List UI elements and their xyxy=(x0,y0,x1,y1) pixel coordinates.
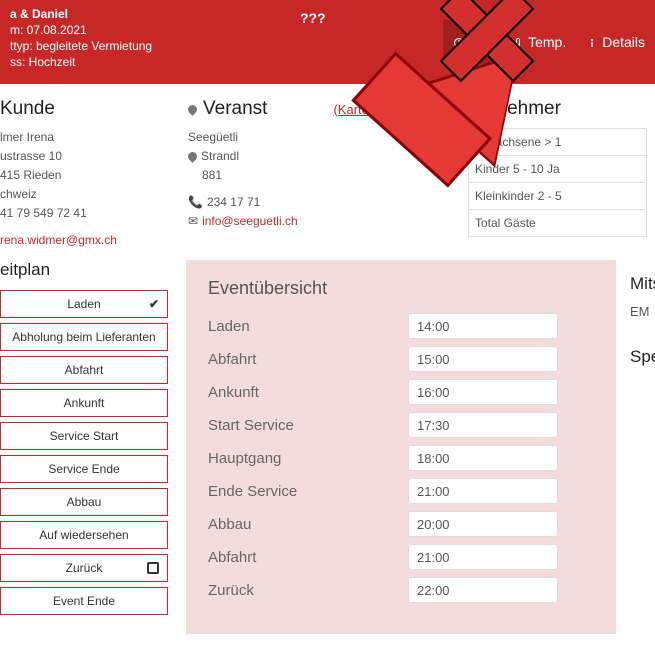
tab-details[interactable]: Details xyxy=(576,20,655,64)
check-icon: ✔ xyxy=(149,297,159,311)
ov-label: Laden xyxy=(208,318,408,335)
ov-time-input[interactable] xyxy=(408,577,558,603)
zp-abbau[interactable]: Abbau xyxy=(0,488,168,516)
x-mark-overlay xyxy=(440,0,530,80)
ov-time-input[interactable] xyxy=(408,544,558,570)
zeitplan-title: eitplan xyxy=(0,260,168,280)
zp-label: Abbau xyxy=(67,495,102,509)
ov-label: Abfahrt xyxy=(208,351,408,368)
venue-email-link[interactable]: info@seeguetli.ch xyxy=(202,212,298,231)
question-marks: ??? xyxy=(300,10,326,26)
tab-temp-label: Temp. xyxy=(528,34,566,50)
zp-service-start[interactable]: Service Start xyxy=(0,422,168,450)
kunde-title: Kunde xyxy=(0,98,172,120)
venue-phone: 234 17 71 xyxy=(207,193,260,212)
kunde-country: chweiz xyxy=(0,185,172,204)
zp-abholung[interactable]: Abholung beim Lieferanten xyxy=(0,323,168,351)
ov-time-input[interactable] xyxy=(408,313,558,339)
mitspieler-title: Mitspie xyxy=(630,274,655,294)
ov-label: Zurück xyxy=(208,582,408,599)
zp-ankunft[interactable]: Ankunft xyxy=(0,389,168,417)
ov-time-input[interactable] xyxy=(408,445,558,471)
ov-time-input[interactable] xyxy=(408,379,558,405)
zp-abfahrt[interactable]: Abfahrt xyxy=(0,356,168,384)
kunde-phone: 41 79 549 72 41 xyxy=(0,204,172,223)
zp-label: Laden xyxy=(67,297,100,311)
ov-label: Ende Service xyxy=(208,483,408,500)
ov-time-input[interactable] xyxy=(408,511,558,537)
checkbox-icon xyxy=(147,562,159,574)
pin-icon xyxy=(186,150,199,163)
right-column: Mitspie EM Speziel xyxy=(616,260,655,634)
zp-zurueck[interactable]: Zurück xyxy=(0,554,168,582)
event-overview: Eventübersicht Laden Abfahrt Ankunft Sta… xyxy=(186,260,616,634)
lower: eitplan Laden ✔ Abholung beim Lieferanten… xyxy=(0,260,655,634)
ov-label: Abfahrt xyxy=(208,549,408,566)
zp-label: Zurück xyxy=(66,561,103,575)
ov-label: Abbau xyxy=(208,516,408,533)
kunde-email-link[interactable]: rena.widmer@gmx.ch xyxy=(0,233,117,247)
speziell-title: Speziel xyxy=(630,347,655,367)
kunde-street: ustrasse 10 xyxy=(0,147,172,166)
phone-icon: 📞 xyxy=(188,193,203,212)
email-icon: ✉ xyxy=(188,212,198,231)
tab-details-label: Details xyxy=(602,34,645,50)
ov-time-input[interactable] xyxy=(408,412,558,438)
header: a & Daniel m: 07.08.2021 ttyp: begleitet… xyxy=(0,0,655,84)
venue-title-text: Veranst xyxy=(203,98,267,120)
pin-icon xyxy=(186,103,199,116)
zp-laden[interactable]: Laden ✔ xyxy=(0,290,168,318)
zp-label: Auf wiedersehen xyxy=(39,528,128,542)
kunde-zip: 415 Rieden xyxy=(0,166,172,185)
zeitplan-panel: eitplan Laden ✔ Abholung beim Lieferanten… xyxy=(0,260,178,634)
content-top: Kunde lmer Irena ustrasse 10 415 Rieden … xyxy=(0,84,655,256)
ov-label: Hauptgang xyxy=(208,450,408,467)
ov-label: Ankunft xyxy=(208,384,408,401)
part-row: Kleinkinder 2 - 5 xyxy=(469,183,647,210)
mitspieler-value: EM xyxy=(630,304,655,319)
kunde-block: lmer Irena ustrasse 10 415 Rieden chweiz… xyxy=(0,128,172,250)
kunde-column: Kunde lmer Irena ustrasse 10 415 Rieden … xyxy=(0,84,180,256)
zp-service-ende[interactable]: Service Ende xyxy=(0,455,168,483)
zp-label: Abholung beim Lieferanten xyxy=(12,330,155,344)
kunde-name: lmer Irena xyxy=(0,128,172,147)
zp-label: Service Ende xyxy=(48,462,119,476)
zp-event-ende[interactable]: Event Ende xyxy=(0,587,168,615)
zp-label: Event Ende xyxy=(53,594,115,608)
info-icon xyxy=(586,36,598,48)
venue-street: Strandl xyxy=(201,147,239,166)
venue-zip: 881 xyxy=(188,166,452,185)
zp-label: Service Start xyxy=(50,429,119,443)
zp-label: Abfahrt xyxy=(65,363,104,377)
zp-label: Ankunft xyxy=(64,396,105,410)
ov-time-input[interactable] xyxy=(408,478,558,504)
zp-wiedersehen[interactable]: Auf wiedersehen xyxy=(0,521,168,549)
overview-title: Eventübersicht xyxy=(208,278,598,299)
ov-label: Start Service xyxy=(208,417,408,434)
ov-time-input[interactable] xyxy=(408,346,558,372)
part-row: Total Gäste xyxy=(469,210,647,237)
